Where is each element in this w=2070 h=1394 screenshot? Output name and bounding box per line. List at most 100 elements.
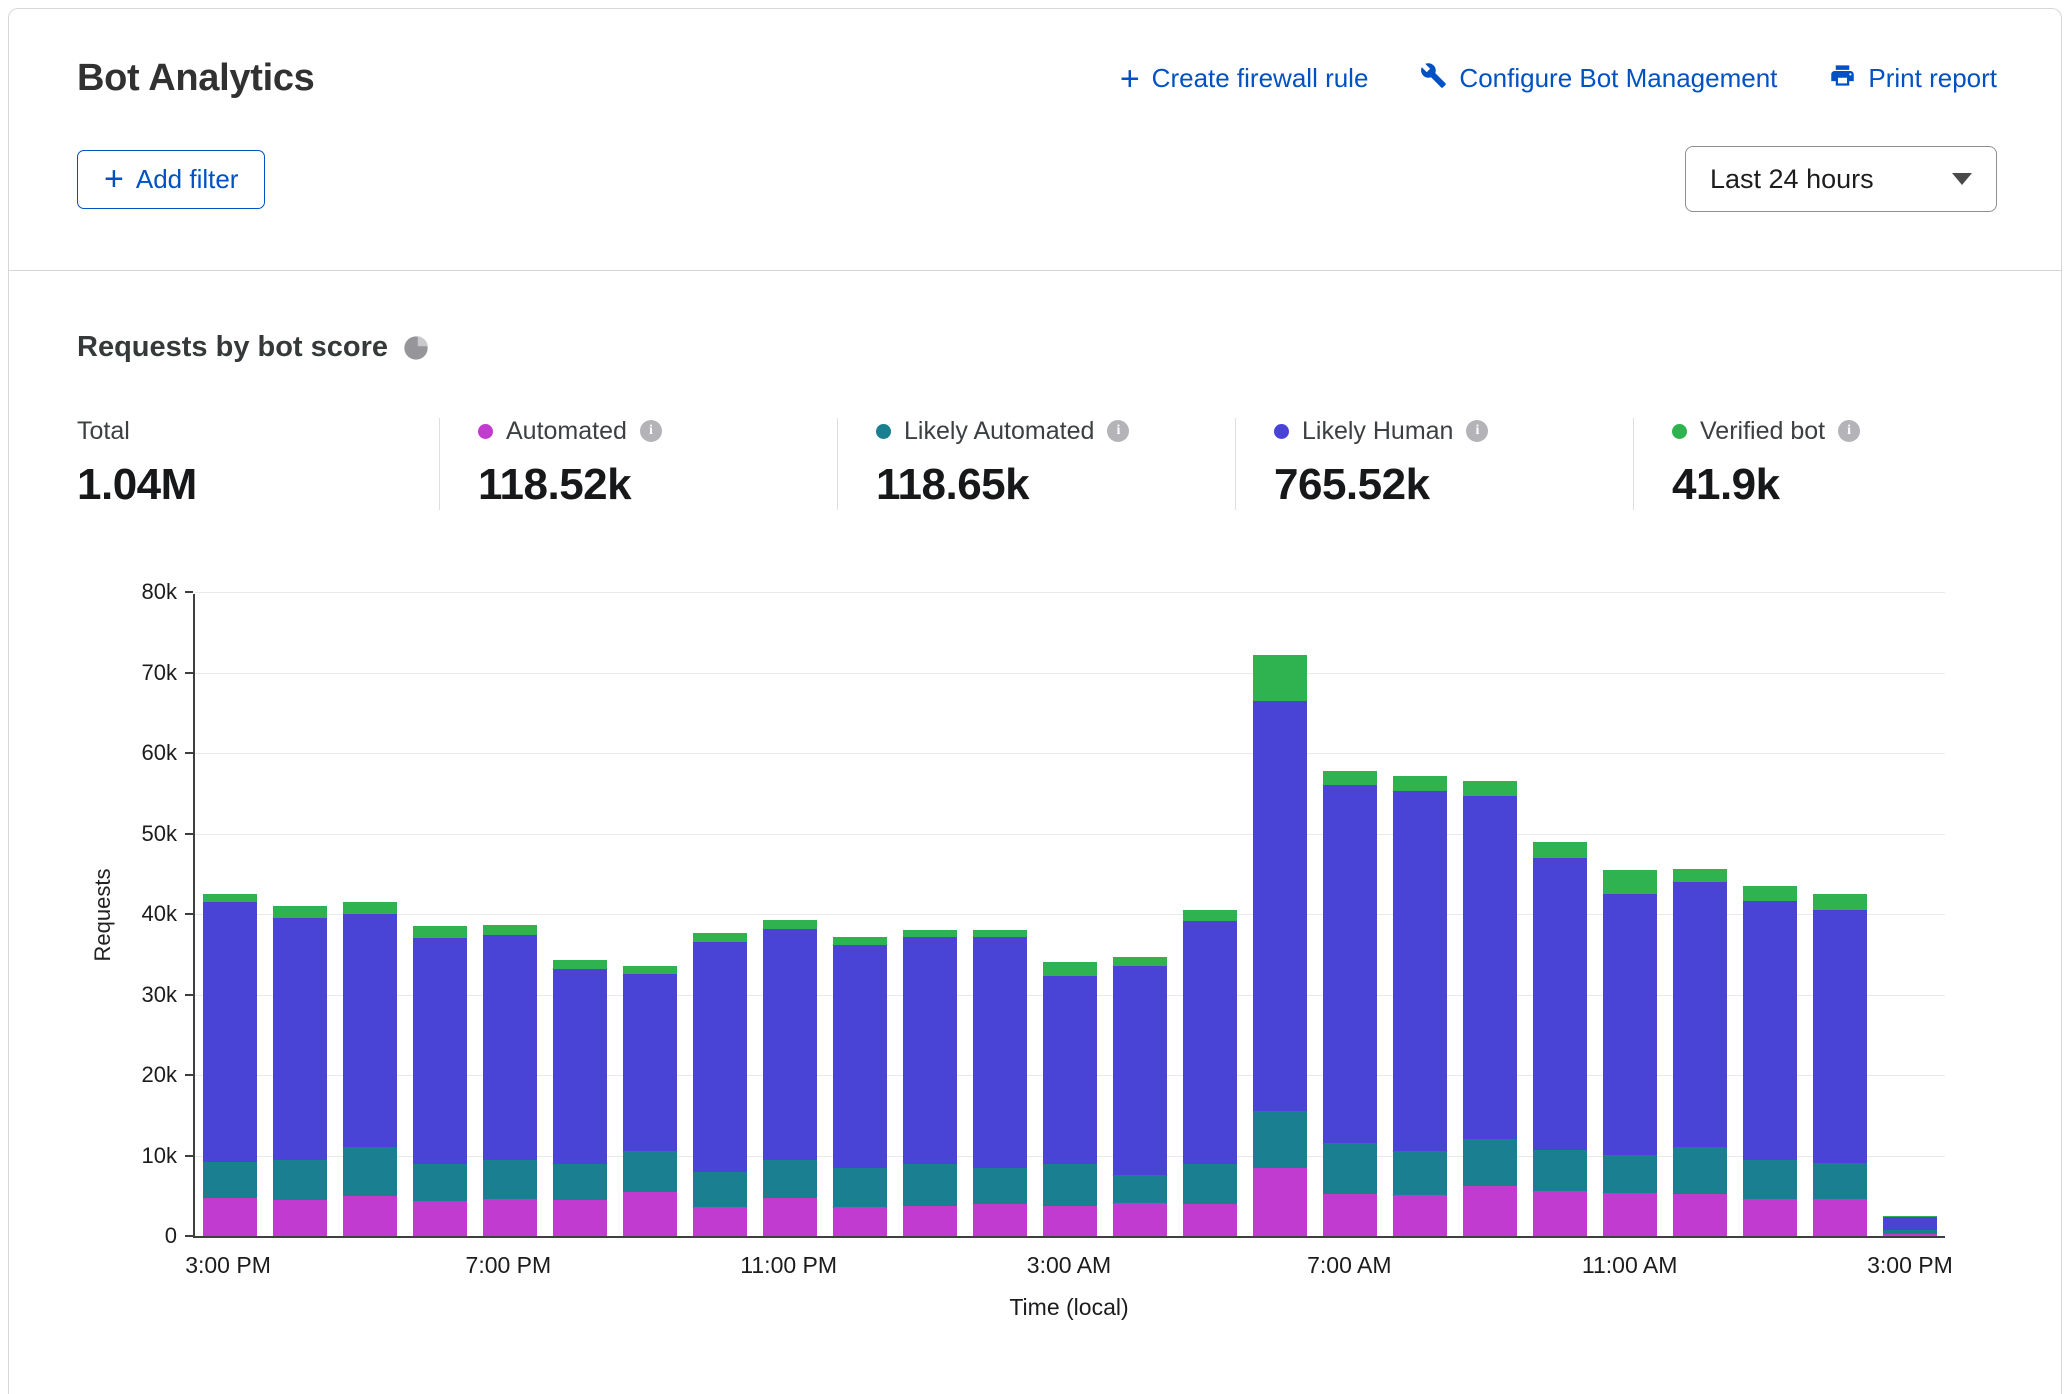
- x-axis-title: Time (local): [193, 1294, 1945, 1321]
- bar-slot: [1315, 594, 1385, 1236]
- bar-segment-likely-human: [623, 974, 676, 1152]
- bar-segment-verified-bot: [1323, 771, 1376, 785]
- info-icon[interactable]: i: [1107, 420, 1129, 442]
- x-axis-tick-label: 7:00 PM: [466, 1252, 552, 1279]
- bar: [553, 960, 606, 1236]
- y-axis-tick: [185, 1235, 193, 1237]
- wrench-icon: [1420, 62, 1447, 96]
- y-axis-tick-label: 10k: [142, 1143, 177, 1169]
- bar-segment-verified-bot: [1113, 957, 1166, 966]
- bar-segment-verified-bot: [1603, 870, 1656, 894]
- header-actions: + Create firewall rule Configure Bot Man…: [1120, 62, 1997, 96]
- bar-slot: [335, 594, 405, 1236]
- requests-chart: Requests 010k20k30k40k50k60k70k80k 3:00 …: [77, 594, 2061, 1321]
- stat-automated: Automated i 118.52k: [439, 418, 837, 510]
- time-range-select[interactable]: Last 24 hours: [1685, 146, 1997, 212]
- likely-human-legend-dot: [1274, 424, 1289, 439]
- bar: [273, 906, 326, 1236]
- bar: [203, 894, 256, 1236]
- bar: [973, 930, 1026, 1236]
- y-axis-tick-label: 40k: [142, 901, 177, 927]
- bar-segment-likely-human: [1183, 921, 1236, 1163]
- bar: [903, 930, 956, 1236]
- bar: [1673, 869, 1726, 1236]
- bar-segment-automated: [1463, 1186, 1516, 1236]
- info-icon[interactable]: i: [1466, 420, 1488, 442]
- bar-slot: [545, 594, 615, 1236]
- bar: [1603, 870, 1656, 1236]
- bar-segment-likely-human: [833, 945, 886, 1167]
- gridline: [195, 592, 1945, 593]
- bar-segment-likely-human: [553, 969, 606, 1164]
- x-axis-tick-label: 11:00 PM: [740, 1252, 837, 1279]
- y-axis-tick-label: 20k: [142, 1062, 177, 1088]
- bar-slot: [195, 594, 265, 1236]
- stat-total: Total 1.04M: [77, 418, 439, 510]
- bar-segment-likely-automated: [973, 1168, 1026, 1204]
- bar-segment-verified-bot: [1813, 894, 1866, 910]
- stats-row: Total 1.04M Automated i 118.52k Likely A…: [77, 418, 2061, 510]
- bar-segment-automated: [343, 1196, 396, 1236]
- x-axis-tick-label: 7:00 AM: [1307, 1252, 1391, 1279]
- bar-segment-automated: [1323, 1194, 1376, 1236]
- bar-slot: [1455, 594, 1525, 1236]
- y-axis-title: Requests: [90, 869, 116, 962]
- bar-segment-verified-bot: [693, 933, 746, 943]
- bar-segment-likely-human: [1043, 976, 1096, 1164]
- bar-segment-likely-automated: [343, 1147, 396, 1195]
- page-title: Bot Analytics: [77, 57, 315, 100]
- bar: [833, 937, 886, 1236]
- bar-segment-likely-automated: [1463, 1139, 1516, 1186]
- bar: [1813, 894, 1866, 1236]
- bar-segment-likely-human: [1113, 966, 1166, 1175]
- plot-area: Requests 010k20k30k40k50k60k70k80k: [193, 594, 1945, 1238]
- bar: [1253, 655, 1306, 1236]
- add-filter-button[interactable]: + Add filter: [77, 150, 265, 209]
- bar-segment-verified-bot: [763, 920, 816, 929]
- bar-slot: [265, 594, 335, 1236]
- bar-segment-likely-automated: [203, 1162, 256, 1198]
- bar-segment-verified-bot: [483, 925, 536, 935]
- bar-segment-likely-automated: [1113, 1175, 1166, 1203]
- print-report-link[interactable]: Print report: [1829, 62, 1997, 96]
- bar-segment-automated: [1813, 1199, 1866, 1236]
- bar-segment-likely-human: [693, 942, 746, 1172]
- bar: [413, 926, 466, 1236]
- bar: [693, 933, 746, 1236]
- bar-segment-likely-human: [763, 929, 816, 1160]
- bar-segment-likely-automated: [903, 1164, 956, 1206]
- bar-slot: [755, 594, 825, 1236]
- bar-segment-likely-automated: [1043, 1164, 1096, 1206]
- stat-verified-bot-value: 41.9k: [1672, 460, 2031, 510]
- bar-segment-likely-human: [1463, 796, 1516, 1138]
- y-axis-tick: [185, 1074, 193, 1076]
- bar-segment-likely-automated: [483, 1160, 536, 1199]
- stat-total-label: Total: [77, 417, 130, 446]
- bar-slot: [1875, 594, 1945, 1236]
- configure-bot-management-label: Configure Bot Management: [1459, 63, 1777, 94]
- bar-segment-automated: [1533, 1191, 1586, 1236]
- plus-icon: +: [1120, 67, 1140, 91]
- bar: [1323, 771, 1376, 1236]
- stat-likely-automated-label: Likely Automated: [904, 417, 1094, 446]
- bar-segment-likely-human: [203, 902, 256, 1162]
- info-icon[interactable]: i: [640, 420, 662, 442]
- bar: [1463, 781, 1516, 1236]
- info-icon[interactable]: i: [1838, 420, 1860, 442]
- bar-slot: [825, 594, 895, 1236]
- bar-segment-likely-human: [1533, 858, 1586, 1150]
- x-axis-labels: 3:00 PM7:00 PM11:00 PM3:00 AM7:00 AM11:0…: [193, 1252, 1945, 1290]
- bar-segment-likely-automated: [1253, 1111, 1306, 1168]
- bar-segment-likely-human: [973, 937, 1026, 1167]
- bar-segment-likely-automated: [1743, 1160, 1796, 1199]
- stat-verified-bot: Verified bot i 41.9k: [1633, 418, 2031, 510]
- bar-segment-likely-human: [1393, 791, 1446, 1151]
- stat-likely-human: Likely Human i 765.52k: [1235, 418, 1633, 510]
- bar-slot: [1595, 594, 1665, 1236]
- add-filter-label: Add filter: [136, 164, 239, 195]
- bar-segment-verified-bot: [413, 926, 466, 938]
- create-firewall-rule-link[interactable]: + Create firewall rule: [1120, 63, 1369, 94]
- plus-icon: +: [104, 167, 124, 191]
- configure-bot-management-link[interactable]: Configure Bot Management: [1420, 62, 1777, 96]
- bar-segment-likely-human: [1323, 785, 1376, 1142]
